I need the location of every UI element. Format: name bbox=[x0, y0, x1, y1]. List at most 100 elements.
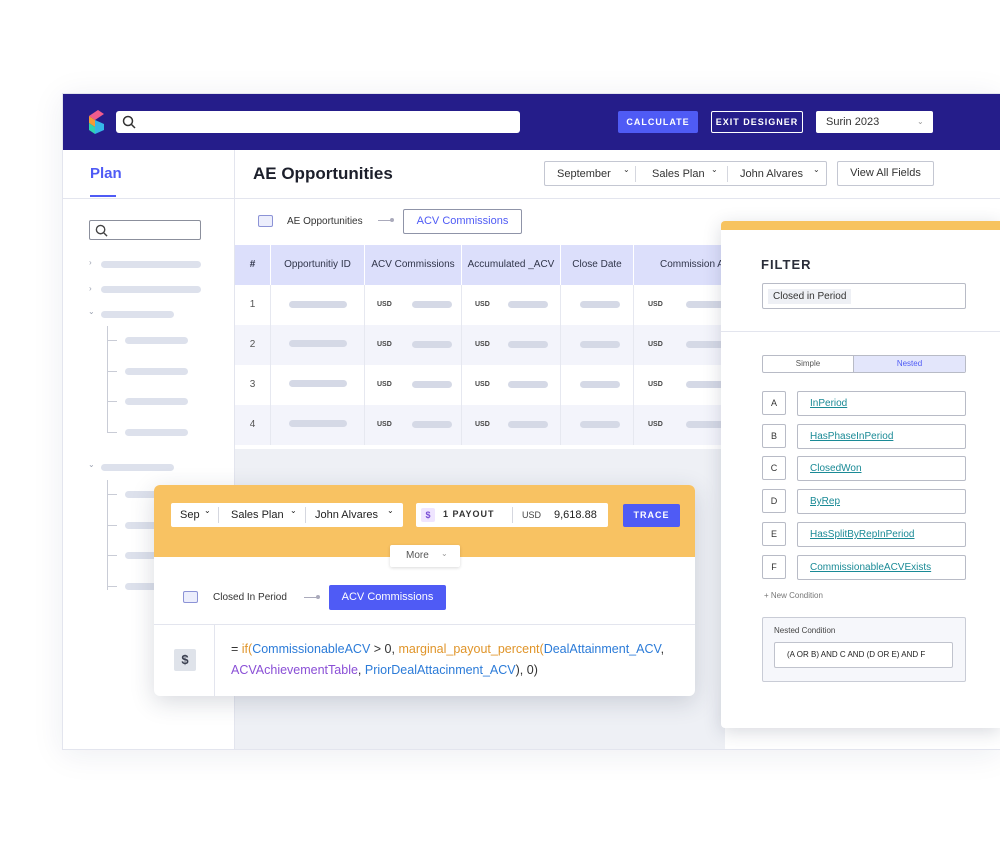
condition-letter: E bbox=[762, 522, 786, 546]
table-row[interactable]: 3 USD USD USD bbox=[235, 365, 726, 405]
tree-connector bbox=[107, 432, 117, 433]
condition-link[interactable]: HasSplitByRepInPeriod bbox=[797, 522, 966, 547]
filter-panel: FILTER Closed in Period Simple Nested A … bbox=[721, 221, 1000, 728]
currency-label: USD bbox=[648, 421, 663, 428]
condition-link[interactable]: CommissionableACVExists bbox=[797, 555, 966, 580]
new-condition-button[interactable]: + New Condition bbox=[764, 591, 823, 600]
dollar-icon: $ bbox=[421, 508, 435, 522]
table-row[interactable]: 2 USD USD USD bbox=[235, 325, 726, 365]
chevron-right-icon[interactable]: › bbox=[89, 258, 92, 267]
dollar-icon: $ bbox=[174, 649, 196, 671]
row-number: 3 bbox=[235, 365, 271, 405]
sidebar-divider bbox=[63, 198, 235, 199]
table-row[interactable]: 1 USD USD USD bbox=[235, 285, 726, 325]
row-number: 4 bbox=[235, 405, 271, 445]
tree-item[interactable] bbox=[125, 337, 188, 344]
tree-item[interactable] bbox=[125, 429, 188, 436]
column-header[interactable]: Opportunitiy ID bbox=[271, 245, 365, 285]
nested-condition-box: Nested Condition (A OR B) AND C AND (D O… bbox=[762, 617, 966, 682]
top-bar: CALCULATE EXIT DESIGNER Surin 2023 ⌄ bbox=[63, 94, 1000, 150]
plan-select[interactable]: Sales Plan bbox=[652, 168, 705, 180]
placeholder-value bbox=[289, 420, 347, 427]
app-logo-icon[interactable] bbox=[86, 108, 108, 136]
plan-year-select[interactable]: Surin 2023 ⌄ bbox=[816, 111, 933, 133]
more-button[interactable]: More ⌄ bbox=[390, 545, 460, 567]
formula-part: marginal_payout_percent( bbox=[398, 642, 544, 656]
toggle-nested[interactable]: Nested bbox=[854, 356, 965, 372]
view-all-fields-button[interactable]: View All Fields bbox=[837, 161, 934, 186]
currency-label: USD bbox=[648, 301, 663, 308]
breadcrumb-source[interactable]: AE Opportunities bbox=[287, 216, 363, 227]
condition-letter: C bbox=[762, 456, 786, 480]
filter-chip[interactable]: Closed in Period bbox=[768, 289, 852, 304]
month-select[interactable]: Sep bbox=[180, 509, 200, 521]
plan-select[interactable]: Sales Plan bbox=[231, 509, 284, 521]
tree-item[interactable] bbox=[101, 311, 174, 318]
condition-link[interactable]: ClosedWon bbox=[797, 456, 966, 481]
tree-item[interactable] bbox=[125, 368, 188, 375]
breadcrumb-target[interactable]: ACV Commissions bbox=[403, 209, 522, 234]
currency-label: USD bbox=[475, 421, 490, 428]
chevron-down-icon[interactable]: ⌄ bbox=[88, 307, 95, 316]
currency-label: USD bbox=[377, 421, 392, 428]
tree-connector bbox=[107, 371, 117, 372]
tree-item[interactable] bbox=[101, 261, 201, 268]
currency-label: USD bbox=[522, 510, 542, 520]
formula-part: ACVAchievementTable bbox=[231, 663, 358, 677]
currency-label: USD bbox=[648, 381, 663, 388]
currency-label: USD bbox=[377, 301, 392, 308]
divider bbox=[305, 507, 306, 523]
breadcrumb-target[interactable]: ACV Commissions bbox=[329, 585, 446, 610]
table-row[interactable]: 4 USD USD USD bbox=[235, 405, 726, 445]
formula-part: CommissionableACV bbox=[252, 642, 371, 656]
currency-label: USD bbox=[377, 341, 392, 348]
table-icon bbox=[183, 591, 198, 603]
payout-count: 1 PAYOUT bbox=[443, 509, 495, 519]
calculate-button[interactable]: CALCULATE bbox=[618, 111, 698, 133]
sidebar-search-input[interactable] bbox=[89, 220, 201, 240]
toggle-simple[interactable]: Simple bbox=[763, 356, 854, 372]
formula-part: , bbox=[357, 663, 365, 677]
nested-condition-input[interactable]: (A OR B) AND C AND (D OR E) AND F bbox=[774, 642, 953, 668]
breadcrumb-source[interactable]: Closed In Period bbox=[213, 592, 287, 603]
table-icon bbox=[258, 215, 273, 227]
tree-connector bbox=[107, 555, 117, 556]
filter-input[interactable]: Closed in Period bbox=[762, 283, 966, 309]
tab-plan[interactable]: Plan bbox=[90, 165, 122, 182]
tree-connector bbox=[107, 340, 117, 341]
column-header[interactable]: ACV Commissions bbox=[365, 245, 462, 285]
currency-label: USD bbox=[377, 381, 392, 388]
condition-link[interactable]: ByRep bbox=[797, 489, 966, 514]
tree-connector bbox=[107, 480, 108, 590]
column-header[interactable]: Accumulated _ACV bbox=[462, 245, 561, 285]
divider bbox=[512, 507, 513, 523]
chevron-right-icon[interactable]: › bbox=[89, 284, 92, 293]
global-search-input[interactable] bbox=[116, 111, 520, 133]
formula-expression[interactable]: = if(CommissionableACV > 0, marginal_pay… bbox=[231, 639, 681, 681]
tree-item[interactable] bbox=[101, 286, 201, 293]
formula-part: if( bbox=[241, 642, 253, 656]
condition-link[interactable]: HasPhaseInPeriod bbox=[797, 424, 966, 449]
column-header[interactable]: # bbox=[235, 245, 271, 285]
person-select[interactable]: John Alvares bbox=[740, 168, 803, 180]
placeholder-value bbox=[289, 340, 347, 347]
column-header[interactable]: Close Date bbox=[561, 245, 634, 285]
trace-button[interactable]: TRACE bbox=[623, 504, 680, 527]
condition-letter: B bbox=[762, 424, 786, 448]
formula-part: = bbox=[231, 642, 242, 656]
person-select[interactable]: John Alvares bbox=[315, 509, 378, 521]
exit-designer-button[interactable]: EXIT DESIGNER bbox=[711, 111, 803, 133]
condition-link[interactable]: InPeriod bbox=[797, 391, 966, 416]
tree-item[interactable] bbox=[101, 464, 174, 471]
divider bbox=[635, 166, 636, 182]
placeholder-value bbox=[686, 341, 726, 348]
mode-toggle: Simple Nested bbox=[762, 355, 966, 373]
tree-connector bbox=[107, 586, 117, 587]
chevron-down-icon[interactable]: ⌄ bbox=[88, 460, 95, 469]
formula-part: DealAttainment_ACV bbox=[543, 642, 661, 656]
month-select[interactable]: September bbox=[557, 168, 611, 180]
placeholder-value bbox=[412, 421, 452, 428]
tree-item[interactable] bbox=[125, 398, 188, 405]
placeholder-value bbox=[580, 341, 620, 348]
tab-plan-indicator bbox=[90, 195, 116, 197]
